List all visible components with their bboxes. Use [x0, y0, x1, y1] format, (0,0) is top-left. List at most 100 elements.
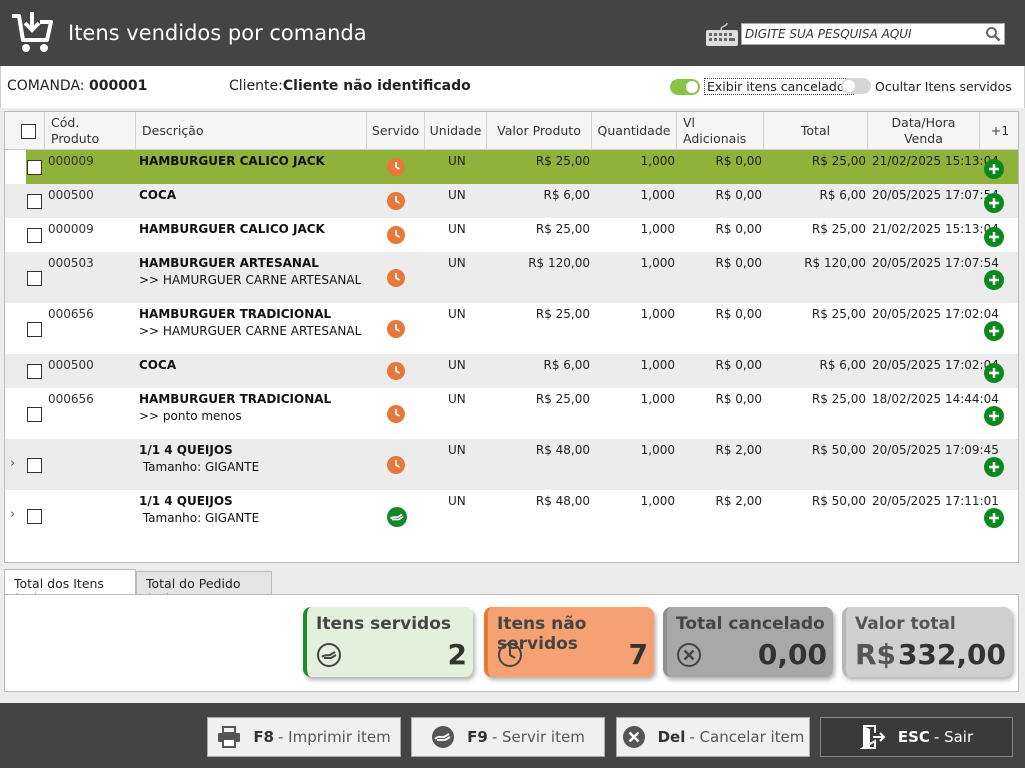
card-total-cancelado: Total cancelado 0,00	[663, 607, 833, 677]
pending-status-icon[interactable]	[387, 362, 405, 380]
row-checkbox[interactable]	[27, 228, 42, 243]
header-unidade[interactable]: Unidade	[425, 112, 487, 150]
expand-row-icon[interactable]: ›	[10, 507, 15, 522]
add-one-icon[interactable]	[984, 193, 1004, 213]
cell-descricao: HAMBURGUER TRADICIONAL	[139, 307, 332, 321]
table-row[interactable]: 000500 COCA UN R$ 6,00 1,000 R$ 0,00 R$ 6,00 20…	[5, 184, 1018, 218]
row-checkbox[interactable]	[27, 322, 42, 337]
pending-status-icon[interactable]	[387, 158, 405, 176]
table-row[interactable]: 000656 HAMBURGUER TRADICIONAL >> HAMURGUER…	[5, 303, 1018, 354]
table-row[interactable]: 000656 HAMBURGUER TRADICIONAL >> ponto men…	[5, 388, 1018, 439]
print-item-label: - Imprimir item	[278, 728, 391, 746]
cell-descricao: 1/1 4 QUEIJOS	[139, 443, 233, 457]
add-one-icon[interactable]	[984, 406, 1004, 426]
totals-panel: Itens servidos 2 Itens não servidos 7 To…	[4, 594, 1019, 692]
add-one-icon[interactable]	[984, 321, 1004, 341]
pending-status-icon[interactable]	[387, 226, 405, 244]
table-row[interactable]: › 1/1 4 QUEIJOS Tamanho: GIGANTE UN R$ 48,0…	[5, 490, 1018, 541]
header-data-hora-line2: Venda	[904, 131, 943, 146]
select-all-checkbox[interactable]	[21, 123, 36, 139]
add-one-icon[interactable]	[984, 227, 1004, 247]
cell-total: R$ 50,00	[811, 443, 866, 457]
header-valor-produto[interactable]: Valor Produto	[487, 112, 592, 150]
cell-data-hora: 20/05/2025 17:11:01	[872, 494, 999, 508]
switch-exibir-cancelados[interactable]	[670, 78, 700, 95]
print-item-button[interactable]: F8- Imprimir item	[207, 717, 401, 757]
tab-total-itens[interactable]: Total dos Itens (F3)	[4, 569, 136, 606]
search-area	[705, 21, 1005, 47]
row-checkbox[interactable]	[27, 364, 42, 379]
served-status-icon[interactable]	[387, 507, 407, 527]
header-data-hora[interactable]: Data/Hora Venda	[868, 112, 980, 150]
cell-quantidade: 1,000	[640, 358, 675, 372]
table-row[interactable]: › 1/1 4 QUEIJOS Tamanho: GIGANTE UN R$ 48,0…	[5, 439, 1018, 490]
search-input[interactable]	[742, 24, 982, 44]
printer-icon	[218, 726, 241, 748]
table-row[interactable]: 000009 HAMBURGUER CALICO JACK UN R$ 25,00 1,…	[5, 218, 1018, 252]
pending-status-icon[interactable]	[387, 405, 405, 423]
cell-descricao-sub: Tamanho: GIGANTE	[139, 460, 260, 474]
toggle-exibir-cancelados[interactable]: Exibir itens cancelados	[670, 78, 855, 95]
pending-status-icon[interactable]	[387, 456, 405, 474]
exit-key: ESC	[897, 728, 930, 746]
add-one-icon[interactable]	[984, 270, 1004, 290]
toggle-ocultar-servidos[interactable]: Ocultar Itens servidos	[841, 78, 1012, 94]
cell-total: R$ 6,00	[819, 188, 866, 202]
header-servido[interactable]: Servido	[367, 112, 425, 150]
row-checkbox[interactable]	[27, 458, 42, 473]
cell-valor-produto: R$ 25,00	[535, 307, 590, 321]
header-quantidade[interactable]: Quantidade	[592, 112, 677, 150]
card-itens-nao-servidos-value: 7	[628, 638, 648, 671]
cell-total: R$ 25,00	[811, 392, 866, 406]
comanda-label: COMANDA:	[7, 78, 85, 94]
toggle-exibir-cancelados-label: Exibir itens cancelados	[704, 78, 855, 95]
cart-download-icon	[12, 12, 53, 52]
switch-ocultar-servidos[interactable]	[841, 78, 871, 94]
pending-status-icon[interactable]	[387, 269, 405, 287]
exit-button[interactable]: ESC - Sair	[820, 717, 1013, 757]
tab-total-pedido[interactable]: Total do Pedido (F4)	[136, 571, 272, 606]
cell-unidade: UN	[448, 188, 466, 202]
exit-label: - Sair	[933, 728, 974, 746]
header-data-hora-line1: Data/Hora	[891, 115, 956, 131]
header-codigo[interactable]: Cód. Produto	[45, 112, 136, 150]
card-itens-servidos-label: Itens servidos	[316, 614, 452, 634]
row-checkbox[interactable]	[27, 160, 42, 175]
row-checkbox[interactable]	[27, 271, 42, 286]
cell-unidade: UN	[448, 358, 466, 372]
cell-descricao: HAMBURGUER CALICO JACK	[139, 222, 325, 236]
cell-quantidade: 1,000	[640, 307, 675, 321]
cell-vl-adicionais: R$ 0,00	[715, 188, 762, 202]
header-descricao[interactable]: Descrição	[136, 112, 367, 150]
row-checkbox[interactable]	[27, 194, 42, 209]
cell-descricao: 1/1 4 QUEIJOS	[139, 494, 233, 508]
header-vl-adicionais[interactable]: Vl Adicionais	[677, 112, 764, 150]
row-checkbox[interactable]	[27, 407, 42, 422]
card-total-cancelado-value: 0,00	[757, 638, 827, 671]
cell-total: R$ 120,00	[804, 256, 866, 270]
card-valor-total-value: 332,00	[897, 638, 1006, 671]
add-one-icon[interactable]	[984, 457, 1004, 477]
card-total-cancelado-label: Total cancelado	[676, 614, 825, 634]
pending-status-icon[interactable]	[387, 192, 405, 210]
cell-descricao-sub: >> HAMURGUER CARNE ARTESANAL	[139, 273, 362, 287]
add-one-icon[interactable]	[984, 363, 1004, 383]
cell-descricao-sub: >> ponto menos	[139, 409, 242, 423]
row-checkbox[interactable]	[27, 509, 42, 524]
keyboard-icon[interactable]	[705, 21, 739, 47]
table-row[interactable]: 000500 COCA UN R$ 6,00 1,000 R$ 0,00 R$ 6,00 20…	[5, 354, 1018, 388]
cancel-item-button[interactable]: Del - Cancelar item	[616, 717, 810, 757]
pending-status-icon[interactable]	[387, 320, 405, 338]
cell-total: R$ 25,00	[811, 154, 866, 168]
serve-item-label: - Servir item	[491, 728, 585, 746]
footer-bar: F8- Imprimir item F9- Servir item Del - C…	[0, 703, 1025, 768]
table-row[interactable]: 000503 HAMBURGUER ARTESANAL >> HAMURGUER C…	[5, 252, 1018, 303]
serve-item-button[interactable]: F9- Servir item	[411, 717, 605, 757]
header-total[interactable]: Total	[764, 112, 868, 150]
add-one-icon[interactable]	[984, 159, 1004, 179]
add-one-icon[interactable]	[984, 508, 1004, 528]
search-button[interactable]	[982, 24, 1004, 44]
table-row[interactable]: 000009 HAMBURGUER CALICO JACK UN R$ 25,00 1,…	[5, 150, 1018, 184]
expand-row-icon[interactable]: ›	[10, 456, 15, 471]
cell-total: R$ 25,00	[811, 222, 866, 236]
